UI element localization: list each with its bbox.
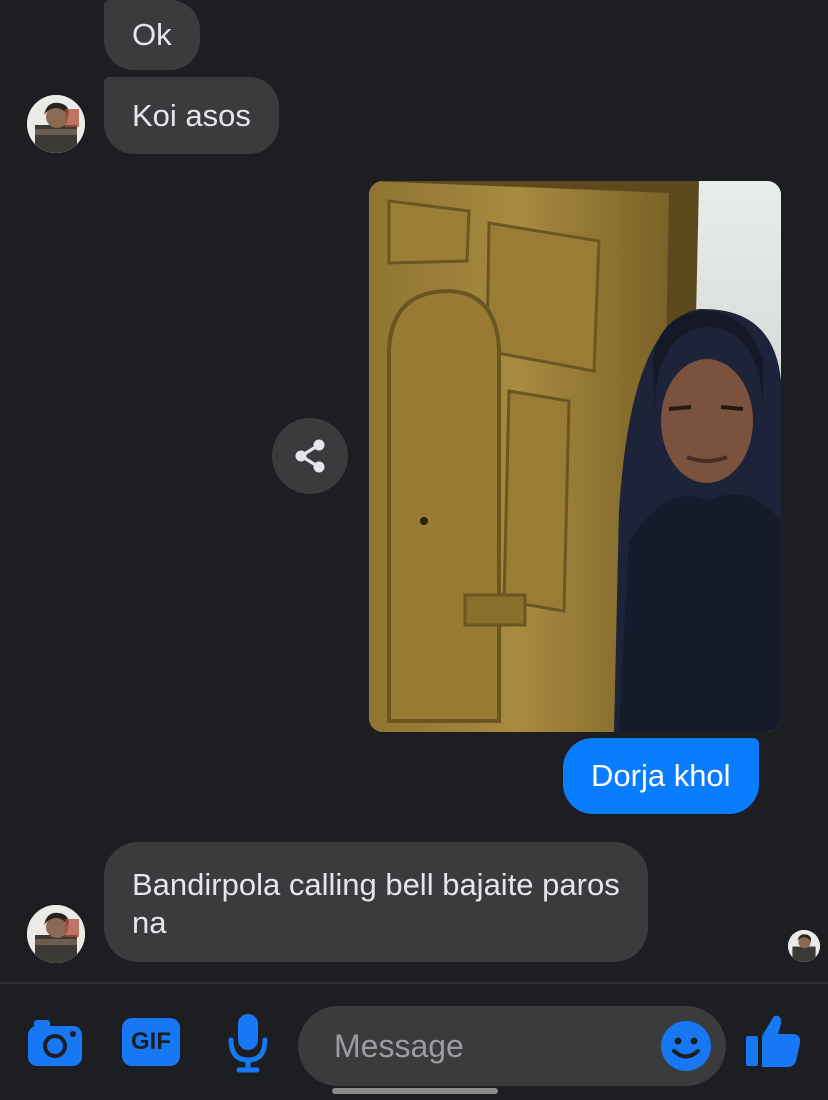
message-text: Dorja khol [591,758,731,793]
conversation-thread: Ok Koi asos Dorja khol Bandirpola callin… [0,0,828,982]
share-icon [295,439,325,473]
home-indicator [332,1088,498,1094]
message-bubble-incoming[interactable]: Ok [104,0,200,70]
message-input[interactable] [334,1006,644,1086]
contact-avatar[interactable] [27,905,85,963]
message-text: Koi asos [132,97,251,133]
message-text: Bandirpola calling bell bajaite paros na [132,867,620,940]
share-button[interactable] [272,418,348,494]
message-input-container[interactable] [298,1006,726,1086]
camera-icon [28,1020,82,1066]
message-bubble-outgoing[interactable]: Dorja khol [563,738,759,814]
contact-avatar[interactable] [27,95,85,153]
composer-bar: GIF [0,982,828,1100]
read-receipt-avatar [788,930,820,962]
message-bubble-incoming[interactable]: Bandirpola calling bell bajaite paros na [104,842,648,962]
emoji-icon [661,1021,711,1071]
gif-label: GIF [131,1028,171,1055]
photo-image [369,181,781,732]
microphone-button[interactable] [224,1010,272,1076]
microphone-icon [228,1014,268,1073]
like-button[interactable] [742,1010,804,1072]
message-text: Ok [132,17,172,52]
photo-message[interactable] [369,181,781,732]
read-receipt-icon [788,930,820,962]
thumbs-up-icon [746,1015,801,1067]
message-bubble-incoming[interactable]: Koi asos [104,77,279,154]
camera-button[interactable] [24,1012,86,1074]
gif-button[interactable]: GIF [122,1018,180,1066]
avatar-image [27,905,85,963]
avatar-image [27,95,85,153]
emoji-button[interactable] [660,1020,712,1072]
